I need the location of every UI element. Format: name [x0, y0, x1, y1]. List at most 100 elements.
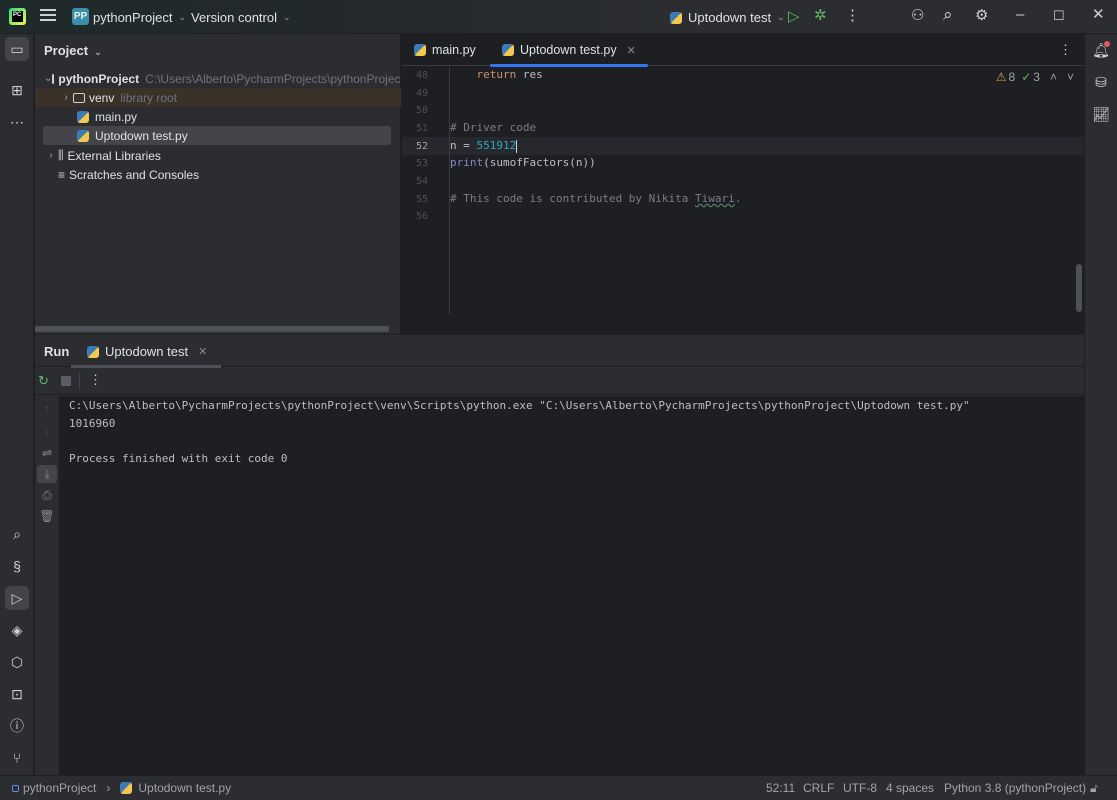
code-line[interactable]: # This code is contributed by Nikita Tiw…	[450, 192, 741, 205]
left-tool-strip: ▭ ⊞ ⋯ ⌕ § ▷ ◈ ⬡ ⊡ ⓘ ⑂	[0, 34, 34, 775]
services-icon[interactable]: ⬡	[5, 650, 29, 674]
scroll-to-end-icon[interactable]: ⤓	[37, 465, 57, 483]
inspections-widget[interactable]: ⚠ 8 ✓ 3 ˄ ˅	[996, 70, 1074, 84]
weak-warning-check-icon: ✓	[1021, 70, 1032, 84]
more-tools-icon[interactable]: ⋯	[5, 110, 29, 134]
chevron-down-icon: ⌄	[94, 47, 102, 57]
chevron-right-icon: ›	[64, 92, 68, 103]
maximize-icon[interactable]: ☐	[1053, 8, 1065, 24]
down-arrow-icon[interactable]: ↓	[37, 422, 57, 440]
library-icon: ⫼	[58, 148, 64, 162]
tab-main-py[interactable]: main.py	[414, 34, 476, 66]
search-icon[interactable]: ⌕	[943, 6, 953, 23]
text-caret	[516, 139, 518, 153]
line-number: 49	[415, 88, 428, 99]
title-bar: PC PP pythonProject ⌄ Version control ⌄ Up…	[0, 0, 1117, 34]
project-panel: Project ⌄ ⌄ pythonProject C:\Users\Alberto…	[35, 34, 401, 334]
python-file-icon	[502, 44, 514, 56]
tab-uptodown-test-py[interactable]: Uptodown test.py ✕	[490, 34, 648, 67]
run-tabs: Run Uptodown test ✕	[35, 335, 1084, 368]
python-file-icon	[87, 345, 99, 358]
notifications-bell-icon[interactable]: 🔔︎	[1089, 38, 1113, 62]
code-line[interactable]: n = 551912	[450, 139, 518, 153]
search-icon[interactable]: ⌕	[5, 522, 29, 546]
add-user-icon[interactable]: ⚇	[911, 8, 924, 24]
run-icon[interactable]: ▷	[788, 9, 800, 25]
main-menu-icon[interactable]	[40, 9, 56, 23]
structure-icon[interactable]: ⊞	[5, 78, 29, 102]
run-toolbar: ↻ ⋮	[35, 367, 1084, 395]
line-number: 54	[415, 176, 428, 187]
code-line[interactable]: # Driver code	[450, 121, 536, 134]
previous-highlight-icon[interactable]: ˄	[1050, 70, 1057, 84]
lock-icon[interactable]: 🔓︎	[1090, 781, 1098, 796]
tree-item-scratches[interactable]: ≡ Scratches and Consoles	[35, 165, 401, 184]
indent-setting[interactable]: 4 spaces	[886, 781, 934, 795]
git-icon[interactable]: ⑂	[5, 746, 29, 770]
project-panel-title[interactable]: Project ⌄	[44, 43, 102, 58]
console-line: 1016960	[69, 416, 116, 430]
more-actions-icon[interactable]: ⋮	[845, 8, 860, 24]
more-options-icon[interactable]: ⋮	[89, 372, 102, 388]
tree-item-main-py[interactable]: main.py	[35, 107, 401, 126]
scratches-icon: ≡	[58, 167, 66, 182]
project-badge[interactable]: PP	[72, 8, 89, 25]
folder-icon	[73, 92, 85, 103]
file-encoding[interactable]: UTF-8	[843, 781, 877, 795]
horizontal-scrollbar[interactable]	[35, 326, 389, 332]
chevron-down-icon: ⌄	[283, 12, 291, 22]
tree-item-venv[interactable]: › venv library root	[35, 88, 401, 107]
tree-item-uptodown-test-py[interactable]: Uptodown test.py	[43, 126, 391, 145]
minimize-icon[interactable]: –	[1016, 7, 1024, 23]
line-number: 50	[415, 105, 428, 116]
trash-icon[interactable]: 🗑︎	[37, 507, 57, 525]
layers-icon[interactable]: ◈	[5, 618, 29, 642]
breadcrumb-project[interactable]: pythonProject	[23, 781, 96, 795]
terminal-icon[interactable]: ⊡	[5, 682, 29, 706]
tabs-more-icon[interactable]: ⋮	[1059, 42, 1072, 58]
sciview-chart-icon[interactable]: 📈︎	[1089, 102, 1113, 126]
python-console-icon[interactable]: §	[5, 554, 29, 578]
debug-icon[interactable]: ✲	[814, 8, 827, 24]
run-config-selector[interactable]: Uptodown test ⌄	[670, 10, 785, 25]
rerun-icon[interactable]: ↻	[38, 373, 49, 389]
python-interpreter[interactable]: Python 3.8 (pythonProject)	[944, 781, 1086, 795]
python-file-icon	[414, 44, 426, 56]
status-bar: pythonProject › Uptodown test.py 52:11 C…	[0, 775, 1117, 800]
caret-position[interactable]: 52:11	[766, 781, 795, 795]
close-window-icon[interactable]: ✕	[1092, 7, 1105, 23]
next-highlight-icon[interactable]: ˅	[1067, 70, 1074, 84]
run-tab-uptodown-test[interactable]: Uptodown test ✕	[70, 344, 222, 368]
problems-icon[interactable]: ⓘ	[5, 714, 29, 738]
up-arrow-icon[interactable]: ↑	[37, 400, 57, 418]
warning-icon: ⚠	[995, 70, 1007, 84]
line-separator[interactable]: CRLF	[803, 781, 834, 795]
tree-item-external-libraries[interactable]: › ⫼ External Libraries	[35, 146, 401, 165]
database-icon[interactable]: ⛁	[1089, 70, 1113, 94]
print-icon[interactable]: ⎙	[37, 486, 57, 504]
editor-tabs: main.py Uptodown test.py ✕ ⋮	[402, 34, 1084, 67]
console-output[interactable]: C:\Users\Alberto\PycharmProjects\pythonP…	[60, 396, 1084, 775]
version-control-menu[interactable]: Version control ⌄	[191, 10, 291, 25]
stop-icon[interactable]	[61, 376, 71, 386]
breadcrumb-file[interactable]: Uptodown test.py	[138, 781, 231, 795]
chevron-down-icon: ⌄	[44, 73, 53, 84]
line-number: 55	[415, 194, 428, 205]
toolbar-divider	[79, 373, 80, 389]
run-panel-title: Run	[44, 344, 70, 359]
run-tool-window: Run Uptodown test ✕ ↻ ⋮ ↑ ↓ ⇌ ⤓ ⎙ 🗑︎ C:\U…	[35, 335, 1084, 775]
chevron-down-icon: ⌄	[178, 12, 187, 22]
vertical-scrollbar[interactable]	[1076, 264, 1082, 312]
console-line: Process finished with exit code 0	[69, 451, 288, 465]
project-icon[interactable]: ▭	[5, 37, 29, 61]
close-tab-icon[interactable]: ✕	[627, 44, 636, 57]
code-line[interactable]: print(sumofFactors(n))	[450, 156, 596, 169]
code-line[interactable]: return res	[450, 68, 543, 81]
soft-wrap-icon[interactable]: ⇌	[37, 444, 57, 462]
pycharm-logo-icon[interactable]: PC	[9, 8, 26, 25]
project-selector[interactable]: pythonProject ⌄	[93, 10, 186, 25]
close-tab-icon[interactable]: ✕	[198, 345, 207, 358]
run-tool-icon[interactable]: ▷	[5, 586, 29, 610]
settings-gear-icon[interactable]: ⚙	[975, 8, 988, 24]
tree-item-project-root[interactable]: ⌄ pythonProject C:\Users\Alberto\PycharmP…	[35, 69, 401, 88]
